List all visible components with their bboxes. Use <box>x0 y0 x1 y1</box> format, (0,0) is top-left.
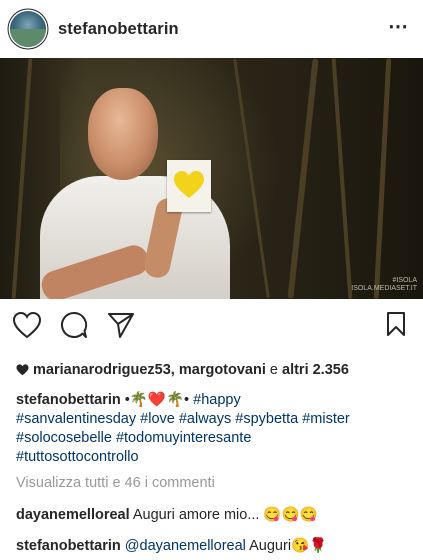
comment-row: dayanemelloreal Auguri amore mio... 😋😋😋 <box>16 506 318 523</box>
caption-username[interactable]: stefanobettarin <box>16 392 121 408</box>
likes-others-count[interactable]: altri 2.356 <box>282 362 349 378</box>
hashtag[interactable]: #love <box>140 411 175 427</box>
share-icon[interactable] <box>107 311 135 339</box>
hashtag[interactable]: #todomuyinteresante <box>116 430 251 446</box>
view-all-comments-link[interactable]: Visualizza tutti e 46 i commenti <box>16 475 215 491</box>
author-username[interactable]: stefanobettarin <box>58 20 179 39</box>
more-options-icon[interactable]: ⋯ <box>388 14 409 39</box>
action-bar <box>0 299 423 351</box>
hashtag[interactable]: #spybetta <box>235 411 298 427</box>
hashtag[interactable]: #sanvalentinesday <box>16 411 136 427</box>
hashtag[interactable]: #tuttosottocontrollo <box>16 449 139 465</box>
hashtag[interactable]: #always <box>179 411 231 427</box>
comment-text: Auguri😘🌹 <box>245 538 328 554</box>
like-heart-icon[interactable] <box>12 311 42 339</box>
post-photo[interactable]: #ISOLA ISOLA.MEDIASET.IT <box>0 58 423 299</box>
author-avatar[interactable] <box>10 11 46 47</box>
comment-row: stefanobettarin @dayanemelloreal Auguri😘… <box>16 537 327 554</box>
likes-heart-icon <box>16 364 29 376</box>
comment-username[interactable]: dayanemelloreal <box>16 507 130 523</box>
comment-username[interactable]: stefanobettarin <box>16 538 121 554</box>
post-caption: stefanobettarin •🌴❤️🌴• #happy #sanvalent… <box>16 391 411 467</box>
yellow-heart-icon <box>174 171 204 198</box>
hashtag[interactable]: #solocosebelle <box>16 430 112 446</box>
watermark: #ISOLA ISOLA.MEDIASET.IT <box>351 277 417 292</box>
comment-icon[interactable] <box>60 311 88 339</box>
hashtag[interactable]: #mister <box>302 411 350 427</box>
likes-summary[interactable]: marianarodriguez53, margotovani e altri … <box>16 362 349 378</box>
comment-text: Auguri amore mio... 😋😋😋 <box>129 507 318 523</box>
likes-connector: e <box>265 362 282 378</box>
caption-emojis: •🌴❤️🌴• <box>120 392 194 408</box>
likers-names[interactable]: marianarodriguez53, margotovani <box>33 362 266 378</box>
post-header: stefanobettarin ⋯ <box>0 0 423 58</box>
comment-mention[interactable]: @dayanemelloreal <box>125 538 246 554</box>
hashtag[interactable]: #happy <box>193 392 241 408</box>
bookmark-icon[interactable] <box>386 311 406 337</box>
person-head <box>88 88 158 180</box>
